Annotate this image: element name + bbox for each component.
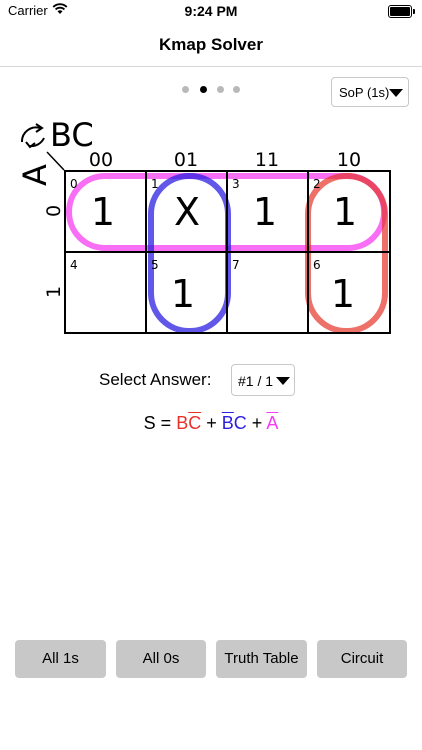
equation-term-red: BC: [176, 413, 202, 433]
row-var-label: A: [16, 164, 54, 186]
mode-select[interactable]: SoP (1s): [331, 77, 409, 107]
dropdown-arrow-icon: [276, 377, 290, 385]
col-header: 00: [89, 149, 113, 171]
kmap-cell[interactable]: 4: [66, 253, 146, 332]
battery-icon: [388, 5, 415, 18]
kmap-cell[interactable]: 0 1: [66, 172, 146, 252]
col-header: 11: [255, 149, 279, 171]
kmap-cell[interactable]: 6 1: [309, 253, 389, 332]
swap-arrows-icon[interactable]: [20, 123, 45, 149]
cell-index: 1: [151, 177, 159, 191]
select-answer-label: Select Answer:: [99, 370, 212, 389]
page-title: Kmap Solver: [159, 35, 263, 54]
answer-select[interactable]: #1 / 1: [231, 364, 295, 396]
equation-term-pink: A: [266, 413, 279, 433]
page-dot-1[interactable]: [182, 86, 189, 93]
all-0s-button[interactable]: All 0s: [116, 640, 206, 678]
result-equation: S = BC + BC + A: [0, 413, 422, 434]
circuit-button[interactable]: Circuit: [317, 640, 407, 678]
equation-lhs: S =: [143, 413, 172, 433]
page-control[interactable]: [182, 86, 242, 96]
kmap-cell[interactable]: 5 1: [147, 253, 227, 332]
all-1s-button[interactable]: All 1s: [15, 640, 106, 678]
cell-index: 5: [151, 258, 159, 272]
navigation-bar: Kmap Solver: [0, 24, 422, 67]
kmap-diagram: BC A 00 01 11 10 0 1 0 1 1 X 3 1 2 1 4 5…: [16, 116, 391, 334]
cell-index: 6: [313, 258, 321, 272]
cell-index: 2: [313, 177, 321, 191]
mode-select-value: SoP (1s): [339, 85, 390, 100]
cell-value: 1: [331, 272, 355, 316]
status-bar: Carrier 9:24 PM: [0, 0, 422, 24]
kmap-cell[interactable]: 3 1: [228, 172, 308, 252]
col-header: 01: [174, 149, 198, 171]
cell-value: 1: [91, 190, 115, 234]
cell-index: 4: [70, 258, 78, 272]
cell-value: 1: [171, 272, 195, 316]
equation-term-blue: BC: [221, 413, 247, 433]
clock-time: 9:24 PM: [184, 3, 238, 19]
cell-value: 1: [333, 190, 357, 234]
row-header: 1: [43, 286, 65, 298]
col-var-label: BC: [50, 116, 94, 154]
dropdown-arrow-icon: [389, 89, 403, 97]
truth-table-button[interactable]: Truth Table: [216, 640, 307, 678]
page-dot-2[interactable]: [200, 86, 207, 93]
answer-select-value: #1 / 1: [238, 373, 274, 389]
equation-plus: +: [251, 413, 263, 433]
row-header: 0: [43, 205, 65, 217]
kmap-cell[interactable]: 2 1: [309, 172, 389, 252]
cell-index: 0: [70, 177, 78, 191]
equation-plus: +: [206, 413, 217, 433]
cell-index: 3: [232, 177, 240, 191]
cell-index: 7: [232, 258, 240, 272]
kmap-cell[interactable]: 7: [228, 253, 308, 332]
col-header: 10: [337, 149, 361, 171]
page-dot-4[interactable]: [233, 86, 240, 93]
cell-value: 1: [253, 190, 277, 234]
cell-value: X: [174, 190, 200, 234]
page-dot-3[interactable]: [217, 86, 224, 93]
kmap-cell[interactable]: 1 X: [147, 172, 227, 252]
